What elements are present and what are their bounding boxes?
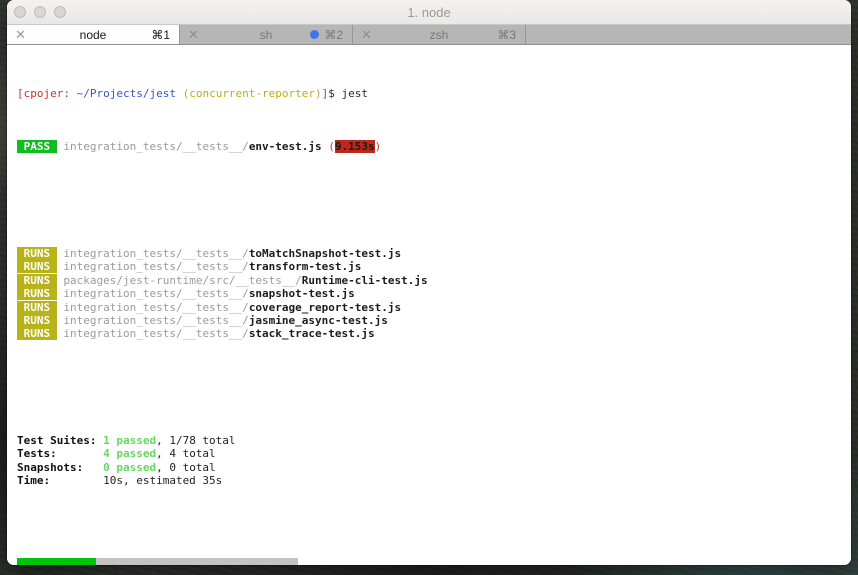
runs-badge: RUNS [17, 260, 57, 274]
summary-rest: , 4 total [156, 447, 216, 461]
runs-badge: RUNS [17, 300, 57, 314]
tab-shortcut: ⌘2 [324, 27, 343, 42]
test-dir: integration_tests/__tests__/ [56, 313, 249, 327]
tab-node[interactable]: ✕ node ⌘1 [7, 25, 180, 44]
runs-line: RUNS integration_tests/__tests__/stack_t… [17, 327, 843, 341]
test-filename: env-test.js [248, 140, 322, 154]
runs-badge: RUNS [17, 327, 57, 341]
tab-bar: ✕ node ⌘1 ✕ sh ⌘2 ✕ zsh ⌘3 [7, 25, 851, 45]
tab-sh[interactable]: ✕ sh ⌘2 [180, 25, 353, 44]
runs-badge: RUNS [17, 287, 57, 301]
tab-close-icon[interactable]: ✕ [188, 28, 199, 41]
summary-label: Tests: [17, 447, 104, 461]
prompt-user: [cpojer: [17, 87, 77, 101]
summary-passed-count: 1 passed [103, 433, 157, 447]
test-dir: integration_tests/__tests__/ [56, 287, 249, 301]
close-window-button[interactable] [14, 6, 26, 18]
summary-rest: , 0 total [156, 460, 216, 474]
test-filename: coverage_report-test.js [248, 300, 402, 314]
runs-line: RUNS integration_tests/__tests__/coverag… [17, 300, 843, 314]
prompt-git-branch: (concurrent-reporter) [182, 87, 322, 101]
prompt-path: ~/Projects/jest [76, 87, 183, 101]
title-bar[interactable]: 1. node [7, 0, 851, 25]
test-dir: integration_tests/__tests__/ [56, 140, 249, 154]
zoom-window-button[interactable] [54, 6, 66, 18]
runs-line: RUNS integration_tests/__tests__/jasmine… [17, 313, 843, 327]
progress-bar [17, 558, 298, 565]
tab-bar-filler [526, 25, 851, 44]
test-filename: stack_trace-test.js [248, 327, 375, 341]
summary-passed-count: 4 passed [103, 447, 157, 461]
desktop: { "window": { "title": "1. node" }, "tab… [0, 0, 858, 575]
time-close-paren: ) [374, 140, 382, 154]
progress-bar-fill [17, 558, 96, 565]
test-filename: snapshot-test.js [248, 287, 355, 301]
progress-line [17, 531, 843, 565]
summary-line: Test Suites: 1 passed, 1/78 total [17, 434, 843, 447]
window-title: 1. node [407, 4, 451, 20]
summary-line: Snapshots: 0 passed, 0 total [17, 461, 843, 474]
traffic-lights [14, 6, 66, 18]
tab-close-icon[interactable]: ✕ [15, 28, 26, 41]
tab-shortcut: ⌘3 [497, 27, 516, 42]
prompt-command: $ jest [328, 87, 369, 101]
tab-shortcut: ⌘1 [151, 27, 170, 42]
test-filename: transform-test.js [248, 260, 362, 274]
runs-line: RUNS packages/jest-runtime/src/__tests__… [17, 273, 843, 287]
summary-rest: 10s, estimated 35s [103, 473, 223, 487]
summary-line: Time: 10s, estimated 35s [17, 474, 843, 487]
test-filename: toMatchSnapshot-test.js [248, 247, 402, 261]
test-filename: Runtime-cli-test.js [301, 273, 428, 287]
test-filename: jasmine_async-test.js [248, 313, 388, 327]
test-dir: integration_tests/__tests__/ [56, 327, 249, 341]
runs-line: RUNS integration_tests/__tests__/snapsho… [17, 287, 843, 301]
terminal-window: 1. node ✕ node ⌘1 ✕ sh ⌘2 ✕ zsh ⌘3 [cpoj… [7, 0, 851, 565]
tab-zsh[interactable]: ✕ zsh ⌘3 [353, 25, 526, 44]
test-dir: integration_tests/__tests__/ [56, 260, 249, 274]
runs-line: RUNS integration_tests/__tests__/transfo… [17, 260, 843, 274]
summary-label: Time: [17, 473, 104, 487]
time-open-paren: ( [321, 140, 335, 154]
runs-line: RUNS integration_tests/__tests__/toMatch… [17, 247, 843, 261]
activity-dot-icon [310, 30, 320, 39]
summary-rest: , 1/78 total [156, 433, 236, 447]
summary-line: Tests: 4 passed, 4 total [17, 447, 843, 460]
test-dir: integration_tests/__tests__/ [56, 247, 249, 261]
runs-badge: RUNS [17, 313, 57, 327]
pass-badge: PASS [17, 140, 57, 154]
runs-badge: RUNS [17, 247, 57, 261]
terminal-screen[interactable]: [cpojer: ~/Projects/jest (concurrent-rep… [7, 46, 851, 565]
minimize-window-button[interactable] [34, 6, 46, 18]
test-dir: integration_tests/__tests__/ [56, 300, 249, 314]
pass-line: PASS integration_tests/__tests__/env-tes… [17, 140, 843, 154]
prompt-line: [cpojer: ~/Projects/jest (concurrent-rep… [17, 87, 843, 100]
summary-label: Snapshots: [17, 460, 104, 474]
test-dir: packages/jest-runtime/src/__tests__/ [56, 273, 302, 287]
test-time: 9.153s [334, 140, 375, 154]
summary-passed-count: 0 passed [103, 460, 157, 474]
tab-close-icon[interactable]: ✕ [361, 28, 372, 41]
summary-label: Test Suites: [17, 433, 104, 447]
runs-badge: RUNS [17, 273, 57, 287]
